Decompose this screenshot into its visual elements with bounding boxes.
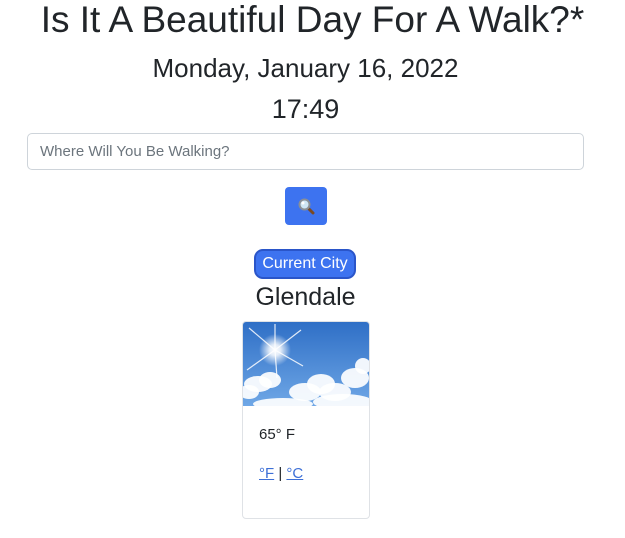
current-date: Monday, January 16, 2022 — [152, 53, 459, 83]
weather-card: 65° F °F | °C — [242, 321, 370, 519]
magnifying-glass-icon — [298, 198, 315, 215]
unit-separator: | — [278, 465, 283, 482]
city-name: Glendale — [255, 283, 356, 311]
celsius-link[interactable]: °C — [286, 465, 303, 482]
temperature: 65° F — [259, 426, 296, 443]
search-input[interactable] — [27, 133, 584, 170]
fahrenheit-link[interactable]: °F — [259, 465, 274, 482]
search-button[interactable] — [285, 187, 327, 225]
unit-toggle: °F | °C — [259, 465, 303, 483]
page-title: Is It A Beautiful Day For A Walk?* — [40, 0, 585, 40]
sunny-sky-icon — [243, 322, 369, 406]
page: Is It A Beautiful Day For A Walk?* Monda… — [0, 0, 625, 538]
current-time: 17:49 — [271, 94, 340, 124]
current-city-button[interactable]: Current City — [254, 249, 356, 279]
